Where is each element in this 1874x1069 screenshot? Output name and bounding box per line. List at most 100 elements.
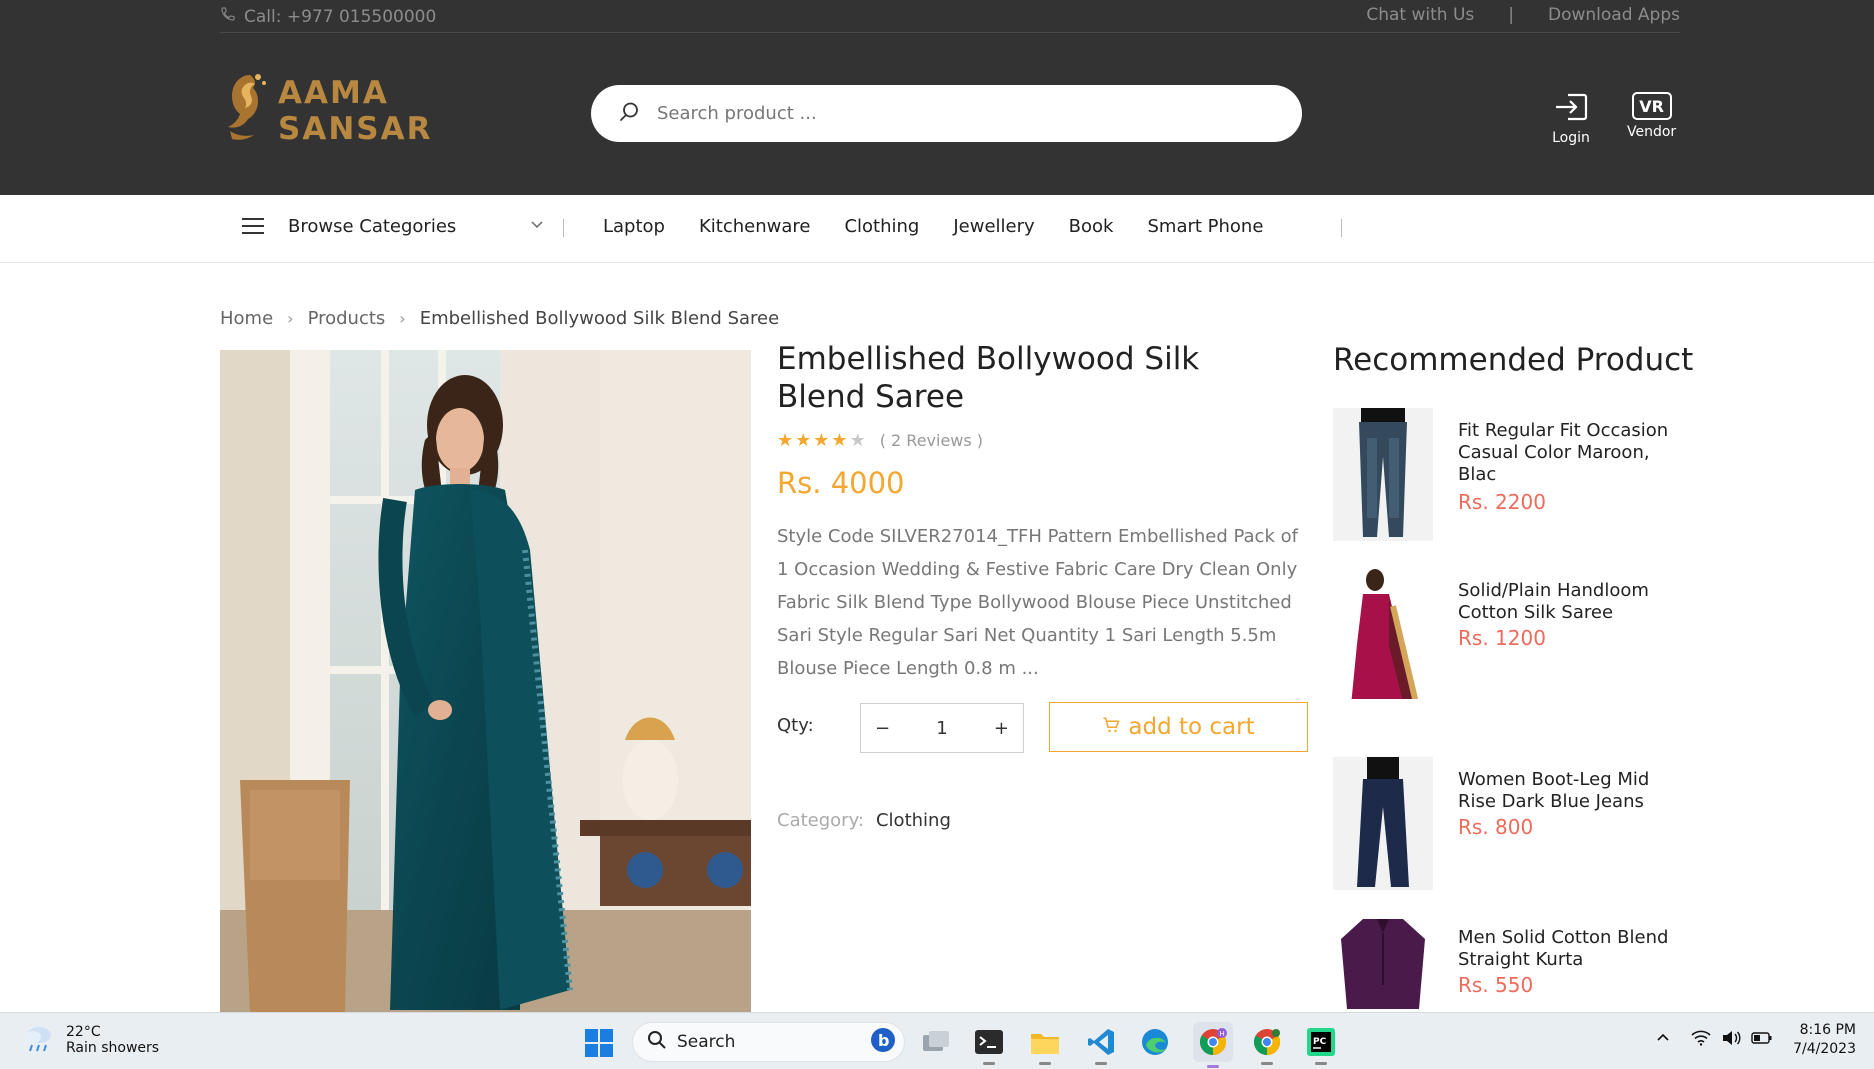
- vendor-button[interactable]: VR Vendor: [1627, 92, 1676, 140]
- add-to-cart-label: add to cart: [1128, 714, 1255, 740]
- browse-categories-dropdown[interactable]: Browse Categories: [288, 216, 456, 237]
- recommended-title: Recommended Product: [1333, 342, 1694, 378]
- recommended-item-name[interactable]: Men Solid Cotton Blend Straight Kurta: [1458, 927, 1678, 971]
- nav-link-kitchenware[interactable]: Kitchenware: [699, 216, 810, 237]
- hamburger-menu-icon[interactable]: [242, 218, 264, 236]
- product-category: Category: Clothing: [777, 810, 951, 831]
- category-nav: Browse Categories Laptop Kitchenware Clo…: [0, 195, 1874, 263]
- product-description: Style Code SILVER27014_TFH Pattern Embel…: [777, 526, 1298, 679]
- edge-icon[interactable]: [1138, 1025, 1172, 1059]
- recommended-thumbnail[interactable]: [1333, 915, 1433, 1012]
- quick-settings[interactable]: [1691, 1030, 1773, 1050]
- qty-label: Qty:: [777, 715, 814, 736]
- site-logo[interactable]: AAMA SANSAR: [220, 70, 520, 152]
- bing-icon[interactable]: b: [870, 1027, 896, 1058]
- woman-silhouette-logo-icon: [220, 69, 270, 153]
- star-empty-icon: ★: [849, 430, 866, 451]
- quantity-stepper: − 1 +: [860, 703, 1024, 753]
- recommended-thumbnail[interactable]: [1333, 757, 1433, 890]
- running-indicator: [1039, 1062, 1051, 1065]
- clock[interactable]: 8:16 PM 7/4/2023: [1793, 1021, 1856, 1059]
- file-explorer-icon[interactable]: [1028, 1025, 1062, 1065]
- running-indicator: [1315, 1062, 1327, 1065]
- add-to-cart-button[interactable]: add to cart: [1049, 702, 1308, 752]
- windows-taskbar: 22°C Rain showers Search b H PC 8:16 PM …: [0, 1012, 1874, 1069]
- star-icon: ★: [831, 430, 848, 451]
- battery-icon: [1751, 1030, 1773, 1050]
- qty-value[interactable]: 1: [936, 718, 947, 739]
- nav-divider: [563, 219, 564, 237]
- top-links: Chat with Us | Download Apps: [1366, 5, 1680, 25]
- call-info: Call: +977 015500000: [220, 6, 436, 27]
- saree-photo: [220, 350, 751, 1012]
- recommended-item-name[interactable]: Solid/Plain Handloom Cotton Silk Saree: [1458, 580, 1678, 624]
- login-label: Login: [1552, 130, 1590, 146]
- chevron-right-icon: ›: [399, 309, 406, 328]
- recommended-thumbnail[interactable]: [1333, 566, 1433, 699]
- star-icon: ★: [795, 430, 812, 451]
- chevron-right-icon: ›: [287, 309, 294, 328]
- page: Call: +977 015500000 Chat with Us | Down…: [0, 0, 1874, 1069]
- windows-start-icon[interactable]: [584, 1028, 614, 1062]
- product-image[interactable]: [220, 350, 751, 1012]
- nav-link-smart-phone[interactable]: Smart Phone: [1147, 216, 1263, 237]
- nav-link-laptop[interactable]: Laptop: [603, 216, 665, 237]
- vendor-icon: VR: [1631, 92, 1672, 120]
- nav-link-jewellery[interactable]: Jewellery: [953, 216, 1034, 237]
- nav-link-clothing[interactable]: Clothing: [844, 216, 919, 237]
- recommended-item-name[interactable]: Women Boot-Leg Mid Rise Dark Blue Jeans: [1458, 769, 1678, 813]
- nav-divider: [1341, 219, 1342, 237]
- top-bar: Call: +977 015500000 Chat with Us | Down…: [220, 0, 1680, 33]
- search-bar[interactable]: [591, 85, 1302, 142]
- clock-time: 8:16 PM: [1799, 1022, 1856, 1038]
- vscode-icon[interactable]: [1084, 1025, 1118, 1065]
- login-icon: [1552, 92, 1590, 126]
- taskbar-search[interactable]: Search b: [632, 1022, 905, 1062]
- running-indicator: [983, 1062, 995, 1065]
- recommended-item-name[interactable]: Fit Regular Fit Occasion Casual Color Ma…: [1458, 420, 1678, 486]
- terminal-icon[interactable]: [972, 1025, 1006, 1065]
- running-indicator: [1095, 1062, 1107, 1065]
- weather-temp: 22°C: [66, 1024, 101, 1040]
- weather-widget[interactable]: 22°C Rain showers: [22, 1021, 159, 1059]
- qty-increment-button[interactable]: +: [994, 718, 1009, 739]
- chat-link[interactable]: Chat with Us: [1366, 5, 1474, 25]
- wifi-icon: [1691, 1030, 1711, 1050]
- star-icon: ★: [813, 430, 830, 451]
- recommended-item-price: Rs. 2200: [1458, 490, 1546, 514]
- top-separator: |: [1508, 5, 1515, 25]
- running-indicator: [1207, 1065, 1219, 1068]
- svg-text:b: b: [878, 1031, 889, 1050]
- breadcrumb-home[interactable]: Home: [220, 308, 273, 329]
- recommended-item-price: Rs. 550: [1458, 973, 1534, 997]
- nav-links: Laptop Kitchenware Clothing Jewellery Bo…: [603, 216, 1263, 237]
- recommended-thumbnail[interactable]: [1333, 408, 1433, 541]
- call-text: Call: +977 015500000: [244, 6, 437, 27]
- login-button[interactable]: Login: [1552, 92, 1590, 146]
- breadcrumb-current: Embellished Bollywood Silk Blend Saree: [419, 308, 780, 329]
- rain-cloud-icon: [22, 1021, 56, 1059]
- category-link[interactable]: Clothing: [876, 810, 951, 831]
- recommended-item-price: Rs. 800: [1458, 815, 1534, 839]
- volume-icon: [1721, 1030, 1741, 1050]
- task-view-icon[interactable]: [919, 1025, 953, 1059]
- reviews-count[interactable]: ( 2 Reviews ): [880, 431, 983, 450]
- search-icon[interactable]: [617, 100, 641, 128]
- chrome-icon[interactable]: H: [1193, 1022, 1233, 1068]
- site-header: Call: +977 015500000 Chat with Us | Down…: [0, 0, 1874, 195]
- breadcrumb-products[interactable]: Products: [308, 308, 386, 329]
- clock-date: 7/4/2023: [1793, 1041, 1856, 1057]
- recommended-item-price: Rs. 1200: [1458, 626, 1546, 650]
- chevron-down-icon[interactable]: [530, 217, 544, 235]
- qty-decrement-button[interactable]: −: [875, 718, 890, 739]
- chrome-profile-icon[interactable]: [1250, 1025, 1284, 1065]
- star-icon: ★: [777, 430, 794, 451]
- search-input[interactable]: [657, 103, 1217, 124]
- pycharm-icon[interactable]: PC: [1304, 1025, 1338, 1065]
- breadcrumb: Home › Products › Embellished Bollywood …: [220, 308, 779, 329]
- download-apps-link[interactable]: Download Apps: [1548, 5, 1680, 25]
- logo-text: AAMA SANSAR: [278, 75, 433, 147]
- chevron-up-icon[interactable]: [1655, 1030, 1671, 1050]
- svg-text:H: H: [1220, 1030, 1225, 1038]
- nav-link-book[interactable]: Book: [1069, 216, 1114, 237]
